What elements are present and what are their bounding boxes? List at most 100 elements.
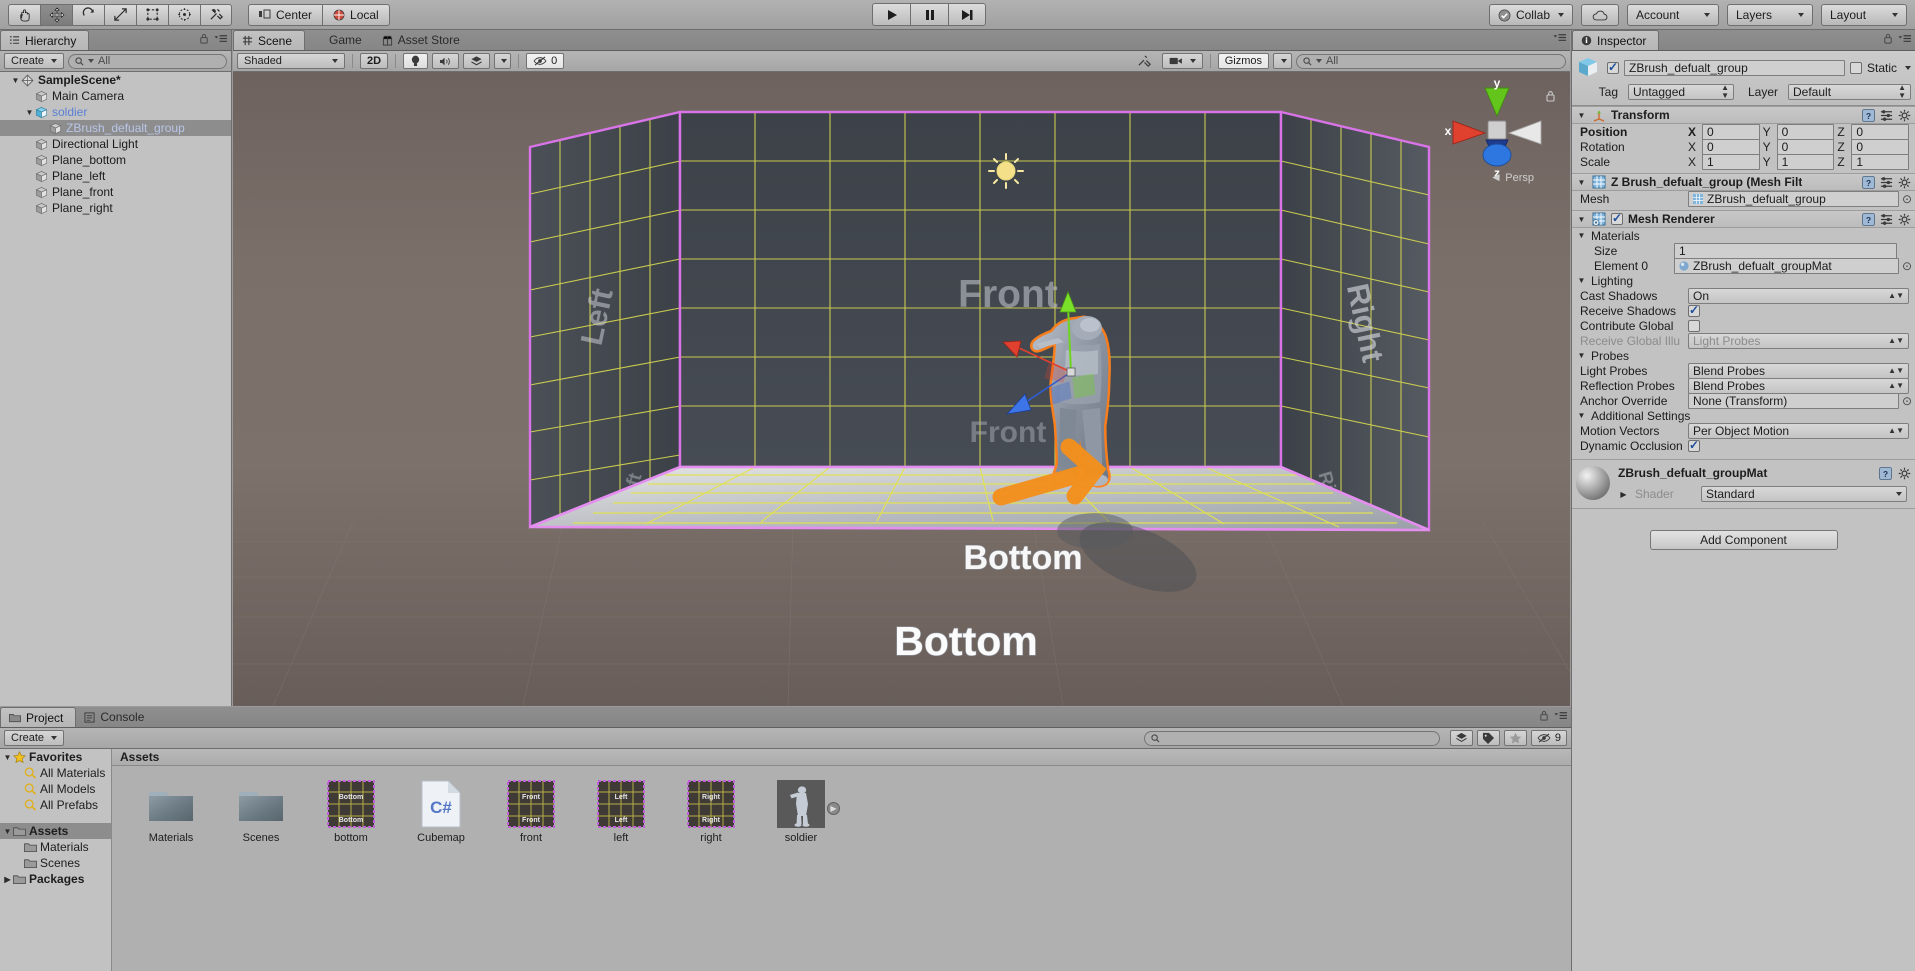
tab-hierarchy[interactable]: Hierarchy: [0, 30, 90, 50]
project-search-input[interactable]: [1143, 730, 1440, 746]
scene-projection-label[interactable]: ◄ Persp: [1490, 170, 1534, 184]
help-icon[interactable]: ?: [1879, 466, 1892, 480]
hierarchy-item-plane-right[interactable]: Plane_right: [0, 200, 231, 216]
transform-rotation-x-field[interactable]: 0: [1702, 138, 1760, 155]
transform-position-x-field[interactable]: 0: [1702, 123, 1760, 140]
foldout-arrow-icon[interactable]: ▼: [1576, 215, 1587, 224]
step-button[interactable]: [948, 3, 986, 26]
foldout-arrow-icon[interactable]: ▼: [1576, 178, 1587, 187]
foldout-arrow-icon[interactable]: ▶: [2, 875, 13, 884]
object-picker-icon[interactable]: ⊙: [1899, 192, 1915, 206]
hierarchy-tree[interactable]: ▼ SampleScene* Main Camera ▼ soldier ZBrush_d…: [0, 72, 231, 706]
foldout-arrow-icon[interactable]: ▼: [10, 76, 21, 85]
scene-fx-dropdown[interactable]: [463, 53, 491, 69]
pause-button[interactable]: [910, 3, 948, 26]
transform-position-y-field[interactable]: 0: [1776, 123, 1835, 140]
hierarchy-item-plane-left[interactable]: Plane_left: [0, 168, 231, 184]
shader-dropdown[interactable]: Standard: [1701, 486, 1907, 502]
object-picker-icon[interactable]: ⊙: [1899, 259, 1915, 273]
panel-menu-icon[interactable]: [1898, 34, 1911, 44]
move-tool-button[interactable]: [40, 3, 72, 26]
scene-lock-icon[interactable]: [1545, 90, 1556, 102]
tab-inspector[interactable]: Inspector: [1572, 30, 1660, 50]
component-header-mesh-renderer[interactable]: ▼ Mesh Renderer ?: [1572, 210, 1915, 228]
transform-rotation-y-field[interactable]: 0: [1776, 138, 1835, 155]
filter-by-label-button[interactable]: [1476, 730, 1500, 746]
transform-tool-button[interactable]: [168, 3, 200, 26]
panel-menu-icon[interactable]: [1554, 711, 1567, 721]
asset-item-right[interactable]: Right Right right: [680, 780, 742, 844]
help-icon[interactable]: ?: [1862, 212, 1875, 226]
toggle-2d-button[interactable]: 2D: [360, 53, 389, 69]
hierarchy-item-plane-front[interactable]: Plane_front: [0, 184, 231, 200]
materials-foldout[interactable]: ▼ Materials: [1572, 228, 1915, 243]
help-icon[interactable]: ?: [1862, 108, 1875, 122]
filter-by-type-button[interactable]: [1449, 730, 1473, 746]
asset-item-scenes[interactable]: Scenes: [230, 780, 292, 844]
additional-settings-foldout[interactable]: ▼ Additional Settings: [1572, 408, 1915, 423]
asset-item-front[interactable]: Front Front front: [500, 780, 562, 844]
hierarchy-item-directional-light[interactable]: Directional Light: [0, 136, 231, 152]
foldout-arrow-icon[interactable]: ▼: [1576, 111, 1587, 120]
add-component-button[interactable]: Add Component: [1649, 530, 1838, 550]
transform-scale-x-field[interactable]: 1: [1702, 153, 1760, 170]
tab-console[interactable]: Console: [76, 707, 156, 727]
foldout-arrow-icon[interactable]: ▼: [1576, 351, 1587, 360]
probes-foldout[interactable]: ▼ Probes: [1572, 348, 1915, 363]
project-create-button[interactable]: Create: [4, 730, 65, 746]
scene-audio-toggle[interactable]: [432, 53, 460, 69]
hierarchy-item-main-camera[interactable]: Main Camera: [0, 88, 231, 104]
object-name-field[interactable]: ZBrush_defualt_group: [1624, 60, 1845, 76]
hierarchy-search-input[interactable]: All: [68, 53, 227, 69]
tab-project[interactable]: Project: [0, 707, 77, 727]
collab-button[interactable]: Collab: [1488, 4, 1573, 26]
filter-favorites-button[interactable]: [1503, 730, 1527, 746]
scene-tools-icon[interactable]: [1137, 54, 1152, 68]
scene-view-gizmo[interactable]: y x z: [1442, 76, 1552, 183]
project-tree-item-packages[interactable]: ▶ Packages: [0, 871, 111, 887]
lock-icon[interactable]: [1539, 710, 1549, 721]
preset-icon[interactable]: [1880, 176, 1893, 189]
mesh-renderer-enabled-checkbox[interactable]: [1611, 211, 1623, 225]
dynamic-occlusion-checkbox[interactable]: [1688, 438, 1700, 452]
help-icon[interactable]: ?: [1862, 175, 1875, 189]
custom-editor-tool-button[interactable]: [200, 3, 232, 26]
scene-camera-dropdown[interactable]: [1161, 53, 1203, 69]
foldout-arrow-icon[interactable]: ▼: [1576, 231, 1587, 240]
hand-tool-button[interactable]: [8, 3, 40, 26]
draw-mode-dropdown[interactable]: Shaded: [237, 53, 345, 69]
component-header-transform[interactable]: ▼ Transform ?: [1572, 106, 1915, 124]
asset-item-materials[interactable]: Materials: [140, 780, 202, 844]
asset-item-left[interactable]: Left Left left: [590, 780, 652, 844]
transform-scale-y-field[interactable]: 1: [1776, 153, 1835, 170]
play-button[interactable]: [872, 3, 910, 26]
asset-item-soldier[interactable]: soldier ▶: [770, 780, 840, 844]
gizmos-dropdown[interactable]: Gizmos: [1217, 53, 1269, 69]
foldout-arrow-icon[interactable]: ▼: [2, 827, 13, 836]
scene-lighting-toggle[interactable]: [403, 53, 429, 69]
scale-tool-button[interactable]: [104, 3, 136, 26]
contribute-global-checkbox[interactable]: [1688, 319, 1700, 332]
layer-dropdown[interactable]: Default ▲ ▼: [1788, 84, 1911, 100]
hierarchy-item-soldier[interactable]: ▼ soldier: [0, 104, 231, 120]
preset-icon[interactable]: [1880, 213, 1893, 226]
static-checkbox[interactable]: [1849, 62, 1862, 74]
gear-icon[interactable]: [1898, 213, 1911, 226]
cloud-button[interactable]: [1581, 4, 1619, 26]
lighting-foldout[interactable]: ▼ Lighting: [1572, 273, 1915, 288]
asset-item-bottom[interactable]: Bottom Bottom bottom: [320, 780, 382, 844]
project-asset-browser[interactable]: Assets Materials Scenes Bottom Bottom bottom…: [112, 749, 1571, 971]
object-active-checkbox[interactable]: [1607, 60, 1619, 74]
account-button[interactable]: Account: [1627, 4, 1719, 26]
scene-fx-caret[interactable]: [494, 53, 512, 69]
gear-icon[interactable]: [1898, 176, 1911, 189]
cast-shadows-dropdown[interactable]: On ▲▼: [1688, 287, 1909, 304]
transform-position-z-field[interactable]: 0: [1851, 123, 1910, 140]
preset-icon[interactable]: [1880, 109, 1893, 122]
scene-search-input[interactable]: All: [1296, 53, 1566, 69]
project-tree-item-all-materials[interactable]: All Materials: [0, 765, 111, 781]
anchor-override-field[interactable]: None (Transform): [1688, 392, 1899, 409]
gizmos-caret[interactable]: [1273, 53, 1292, 69]
tab-scene[interactable]: Scene: [233, 30, 306, 50]
project-tree-item-favorites[interactable]: ▼ Favorites: [0, 749, 111, 765]
